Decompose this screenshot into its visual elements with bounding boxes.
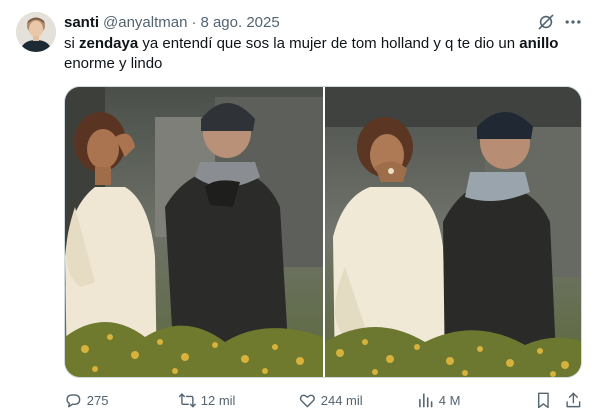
tweet-header: santi @anyaltman · 8 ago. 2025 <box>64 12 280 32</box>
user-avatar[interactable] <box>16 12 56 52</box>
media-grid <box>64 86 582 378</box>
share-button[interactable] <box>564 388 583 412</box>
tweet-date[interactable]: 8 ago. 2025 <box>200 14 279 31</box>
tweet-text-part-1: si <box>64 35 79 52</box>
tweet-photo-2[interactable] <box>325 87 581 377</box>
tweet-photo-1[interactable] <box>65 87 323 377</box>
like-count: 244 mil <box>320 392 363 408</box>
repost-button[interactable]: 12 mil <box>178 388 235 412</box>
reply-button[interactable]: 275 <box>64 388 108 412</box>
like-button[interactable]: 244 mil <box>298 388 363 412</box>
bookmark-icon <box>537 392 549 408</box>
views-icon <box>419 392 433 408</box>
reply-icon <box>66 393 81 407</box>
separator-dot: · <box>191 13 197 31</box>
tweet-text-part-2: ya entendí que sos la mujer de tom holla… <box>138 35 520 52</box>
grok-icon[interactable] <box>536 12 556 32</box>
tweet-text: si zendaya ya entendí que sos la mujer d… <box>64 34 584 74</box>
views-button[interactable]: 4 M <box>416 388 460 412</box>
tweet-text-part-3: enorme y lindo <box>64 55 163 72</box>
tweet-actions: 275 12 mil 244 mil 4 M <box>64 388 584 412</box>
more-icon[interactable] <box>563 12 583 32</box>
bookmark-button[interactable] <box>534 388 553 412</box>
tweet-text-bold-1: zendaya <box>79 35 139 52</box>
display-name[interactable]: santi <box>64 14 99 31</box>
tweet-text-bold-2: anillo <box>519 35 559 52</box>
reply-count: 275 <box>86 392 109 408</box>
repost-count: 12 mil <box>200 392 236 408</box>
tweet[interactable]: santi @anyaltman · 8 ago. 2025 si zenday… <box>0 0 598 416</box>
repost-icon <box>178 393 196 407</box>
heart-icon <box>299 394 315 407</box>
user-handle[interactable]: @anyaltman <box>103 14 187 31</box>
views-count: 4 M <box>438 392 461 408</box>
share-icon <box>566 392 581 407</box>
